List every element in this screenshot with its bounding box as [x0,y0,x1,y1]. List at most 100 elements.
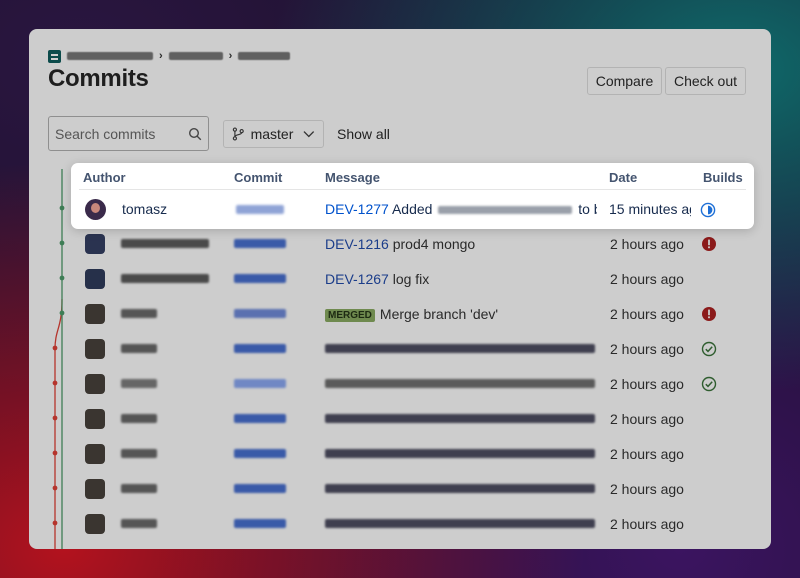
graph-node [59,240,65,246]
merged-badge: MERGED [325,308,375,322]
build-in-progress-icon[interactable] [700,202,716,218]
author-name [121,484,157,493]
commit-date: 2 hours ago [610,445,684,462]
commit-message [325,519,595,528]
commit-message: DEV-1267 log fix [325,271,595,287]
issue-key-link[interactable]: DEV-1216 [325,236,389,252]
commit-hash[interactable] [234,239,286,248]
graph-node [52,485,58,491]
avatar [85,373,105,394]
commit-row[interactable]: 2 hours ago [71,366,753,401]
author-name [121,309,157,318]
message-text: Merge branch 'dev' [379,305,499,322]
commit-row[interactable]: tomasz DEV-1277 Added to bar 15 minutes … [71,191,754,229]
avatar [85,233,105,254]
message-redacted [438,206,573,215]
commit-row[interactable]: 2 hours ago [71,401,753,436]
commit-message [325,379,595,388]
commit-row[interactable]: DEV-1267 log fix 2 hours ago [71,261,753,296]
commit-hash[interactable] [234,519,286,528]
column-header-message: Message [325,170,380,185]
build-failed-icon[interactable] [701,236,717,252]
branch-selector[interactable]: master [223,120,324,148]
author-name [121,519,157,528]
message-text: Added [391,201,433,217]
commit-date: 2 hours ago [610,270,684,287]
avatar [85,268,105,289]
avatar [85,443,105,464]
column-header-date: Date [609,170,638,185]
branch-icon [232,127,244,141]
checkout-button[interactable]: Check out [665,67,746,95]
message-text-end: to bar [578,201,597,217]
commit-hash[interactable] [236,205,284,214]
commit-row[interactable]: 2 hours ago [71,471,753,506]
search-icon[interactable] [188,127,202,141]
graph-node [52,415,58,421]
commits-panel: › › Commits Compare Check out master Sho… [29,29,771,549]
author-name [121,449,157,458]
commit-date: 2 hours ago [610,410,684,427]
avatar [85,199,106,220]
commit-date: 15 minutes ago [609,201,691,217]
build-failed-icon[interactable] [701,306,717,322]
issue-key-link[interactable]: DEV-1277 [325,201,389,217]
column-header-commit: Commit [234,170,283,185]
avatar [85,408,105,429]
chevron-down-icon [303,131,315,138]
breadcrumb-separator: › [159,50,163,62]
commit-row[interactable]: MERGED Merge branch 'dev' 2 hours ago [71,296,753,331]
commit-hash[interactable] [234,484,286,493]
branch-name: master [250,126,294,142]
commit-date: 2 hours ago [610,515,684,532]
build-success-icon[interactable] [701,341,717,357]
commit-hash[interactable] [234,344,286,353]
commit-hash[interactable] [234,414,286,423]
column-header-builds: Builds [703,170,743,185]
commit-date: 2 hours ago [610,375,684,392]
commit-message [325,484,595,493]
commit-message [325,344,595,353]
graph-node [59,205,65,211]
graph-node [52,380,58,386]
commit-hash[interactable] [234,309,286,318]
commit-row[interactable]: DEV-1216 prod4 mongo 2 hours ago [71,226,753,261]
breadcrumb-separator: › [228,50,233,62]
commit-row[interactable]: 2 hours ago [71,436,753,471]
commit-message [325,414,595,423]
message-text: log fix [392,270,430,287]
graph-node [59,310,65,316]
avatar [85,338,105,359]
graph-node [52,520,58,526]
column-header-author: Author [83,170,126,185]
author-name: tomasz [122,201,168,217]
message-text: prod4 mongo [392,235,476,252]
breadcrumb-repo-link[interactable] [168,52,223,60]
issue-key-link[interactable]: DEV-1267 [325,271,389,287]
commit-date: 2 hours ago [610,340,684,357]
author-name [121,239,209,248]
commit-row[interactable]: 2 hours ago [71,506,753,541]
show-all-link[interactable]: Show all [337,126,390,142]
author-name [121,414,157,423]
author-name [121,344,157,353]
commit-hash[interactable] [234,274,286,283]
author-name [121,274,209,283]
commit-hash[interactable] [234,449,286,458]
avatar [85,478,105,499]
commit-row[interactable]: 2 hours ago [71,331,753,366]
graph-node [52,345,58,351]
compare-button[interactable]: Compare [587,67,662,95]
build-success-icon[interactable] [701,376,717,392]
author-name [121,379,157,388]
graph-node [59,275,65,281]
commit-message: DEV-1216 prod4 mongo [325,236,595,252]
graph-node [52,450,58,456]
highlighted-commit-card: Author Commit Message Date Builds tomasz… [71,163,754,229]
avatar [85,513,105,534]
breadcrumb-current [238,52,291,60]
commit-hash[interactable] [234,379,286,388]
commit-date: 2 hours ago [610,305,684,322]
header-divider [79,189,746,190]
commit-message: MERGED Merge branch 'dev' [325,306,595,322]
